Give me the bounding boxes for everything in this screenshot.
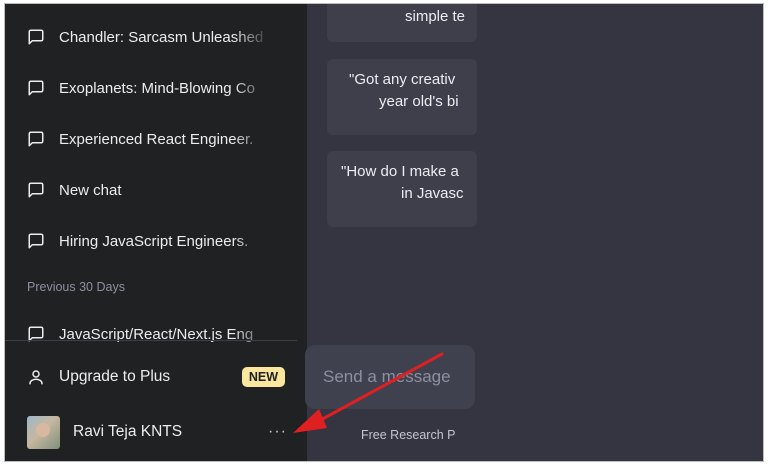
chat-history-label: Exoplanets: Mind-Blowing Co [59,79,255,97]
example-prompt-line: "How do I make a [341,163,459,180]
section-heading: Previous 30 Days [27,280,125,294]
message-input-placeholder: Send a message [323,367,451,386]
chat-history-label: Experienced React Engineer. [59,130,254,148]
app-window: Chandler: Sarcasm Unleashed Exoplanets: … [4,3,764,462]
example-prompt-line: "Got any creativ [349,71,456,88]
chat-history-label: New chat [59,181,122,199]
example-prompt-line: year old's bi [379,93,459,110]
chat-history-item[interactable]: New chat [27,176,277,204]
user-name: Ravi Teja KNTS [73,423,183,440]
chat-bubble-icon [27,79,45,97]
chat-bubble-icon [27,181,45,199]
example-prompt-card[interactable]: simple te [327,4,477,42]
chat-bubble-icon [27,232,45,250]
chat-history-item[interactable]: JavaScript/React/Next.js Eng [27,320,277,348]
example-prompt-line: simple te [405,8,466,25]
sidebar: Chandler: Sarcasm Unleashed Exoplanets: … [5,4,307,461]
sidebar-divider [5,340,297,341]
chat-history-label: Chandler: Sarcasm Unleashed [59,28,264,46]
user-icon [27,368,45,386]
footer-disclaimer: Free Research P [361,428,456,442]
chat-history-item[interactable]: Chandler: Sarcasm Unleashed [27,23,277,51]
upgrade-label: Upgrade to Plus [59,368,171,385]
user-menu[interactable]: Ravi Teja KNTS ··· [27,414,289,450]
chat-history-item[interactable]: Exoplanets: Mind-Blowing Co [27,74,277,102]
message-input[interactable]: Send a message [305,345,475,409]
chat-history-label: Hiring JavaScript Engineers. [59,232,249,250]
avatar [27,415,60,449]
chat-history-item[interactable]: Hiring JavaScript Engineers. [27,227,277,255]
more-options-button[interactable]: ··· [266,423,289,441]
example-prompt-line: in Javasc [401,185,464,202]
new-badge: NEW [241,367,285,387]
example-prompt-card[interactable]: "How do I make a in Javasc [327,151,477,227]
chat-bubble-icon [27,28,45,46]
example-prompt-card[interactable]: "Got any creativ year old's bi [327,59,477,135]
chat-history-item[interactable]: Experienced React Engineer. [27,125,277,153]
chat-bubble-icon [27,130,45,148]
upgrade-to-plus-button[interactable]: Upgrade to Plus NEW [27,362,285,392]
